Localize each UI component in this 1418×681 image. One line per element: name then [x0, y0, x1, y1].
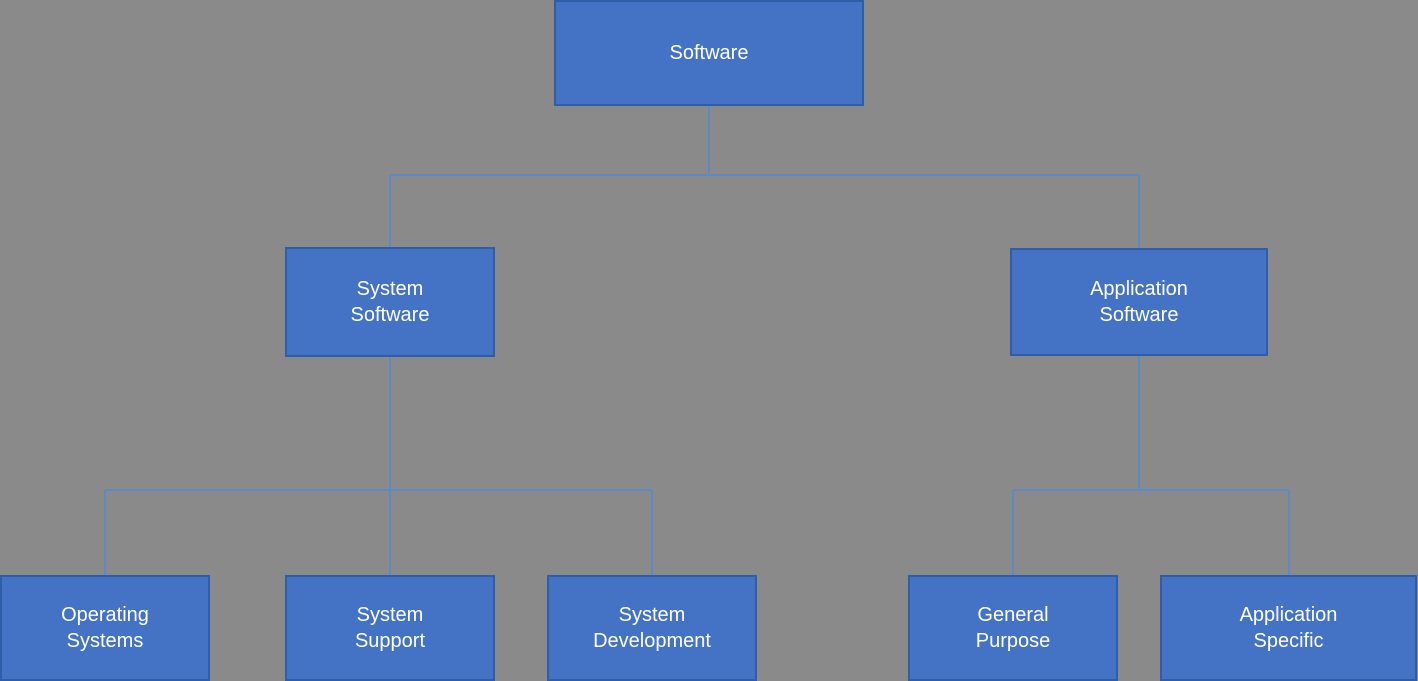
- system-software-label: SystemSoftware: [351, 276, 430, 328]
- system-development-node: SystemDevelopment: [547, 575, 757, 681]
- software-node: Software: [554, 0, 864, 106]
- general-purpose-label: GeneralPurpose: [976, 602, 1051, 654]
- application-software-label: ApplicationSoftware: [1090, 276, 1188, 328]
- system-support-node: SystemSupport: [285, 575, 495, 681]
- operating-systems-node: OperatingSystems: [0, 575, 210, 681]
- application-specific-label: ApplicationSpecific: [1240, 602, 1338, 654]
- system-software-node: SystemSoftware: [285, 247, 495, 357]
- general-purpose-node: GeneralPurpose: [908, 575, 1118, 681]
- diagram: Software SystemSoftware ApplicationSoftw…: [0, 0, 1418, 681]
- system-development-label: SystemDevelopment: [593, 602, 711, 654]
- software-label: Software: [670, 40, 749, 66]
- operating-systems-label: OperatingSystems: [61, 602, 149, 654]
- application-specific-node: ApplicationSpecific: [1160, 575, 1417, 681]
- system-support-label: SystemSupport: [355, 602, 425, 654]
- application-software-node: ApplicationSoftware: [1010, 248, 1268, 356]
